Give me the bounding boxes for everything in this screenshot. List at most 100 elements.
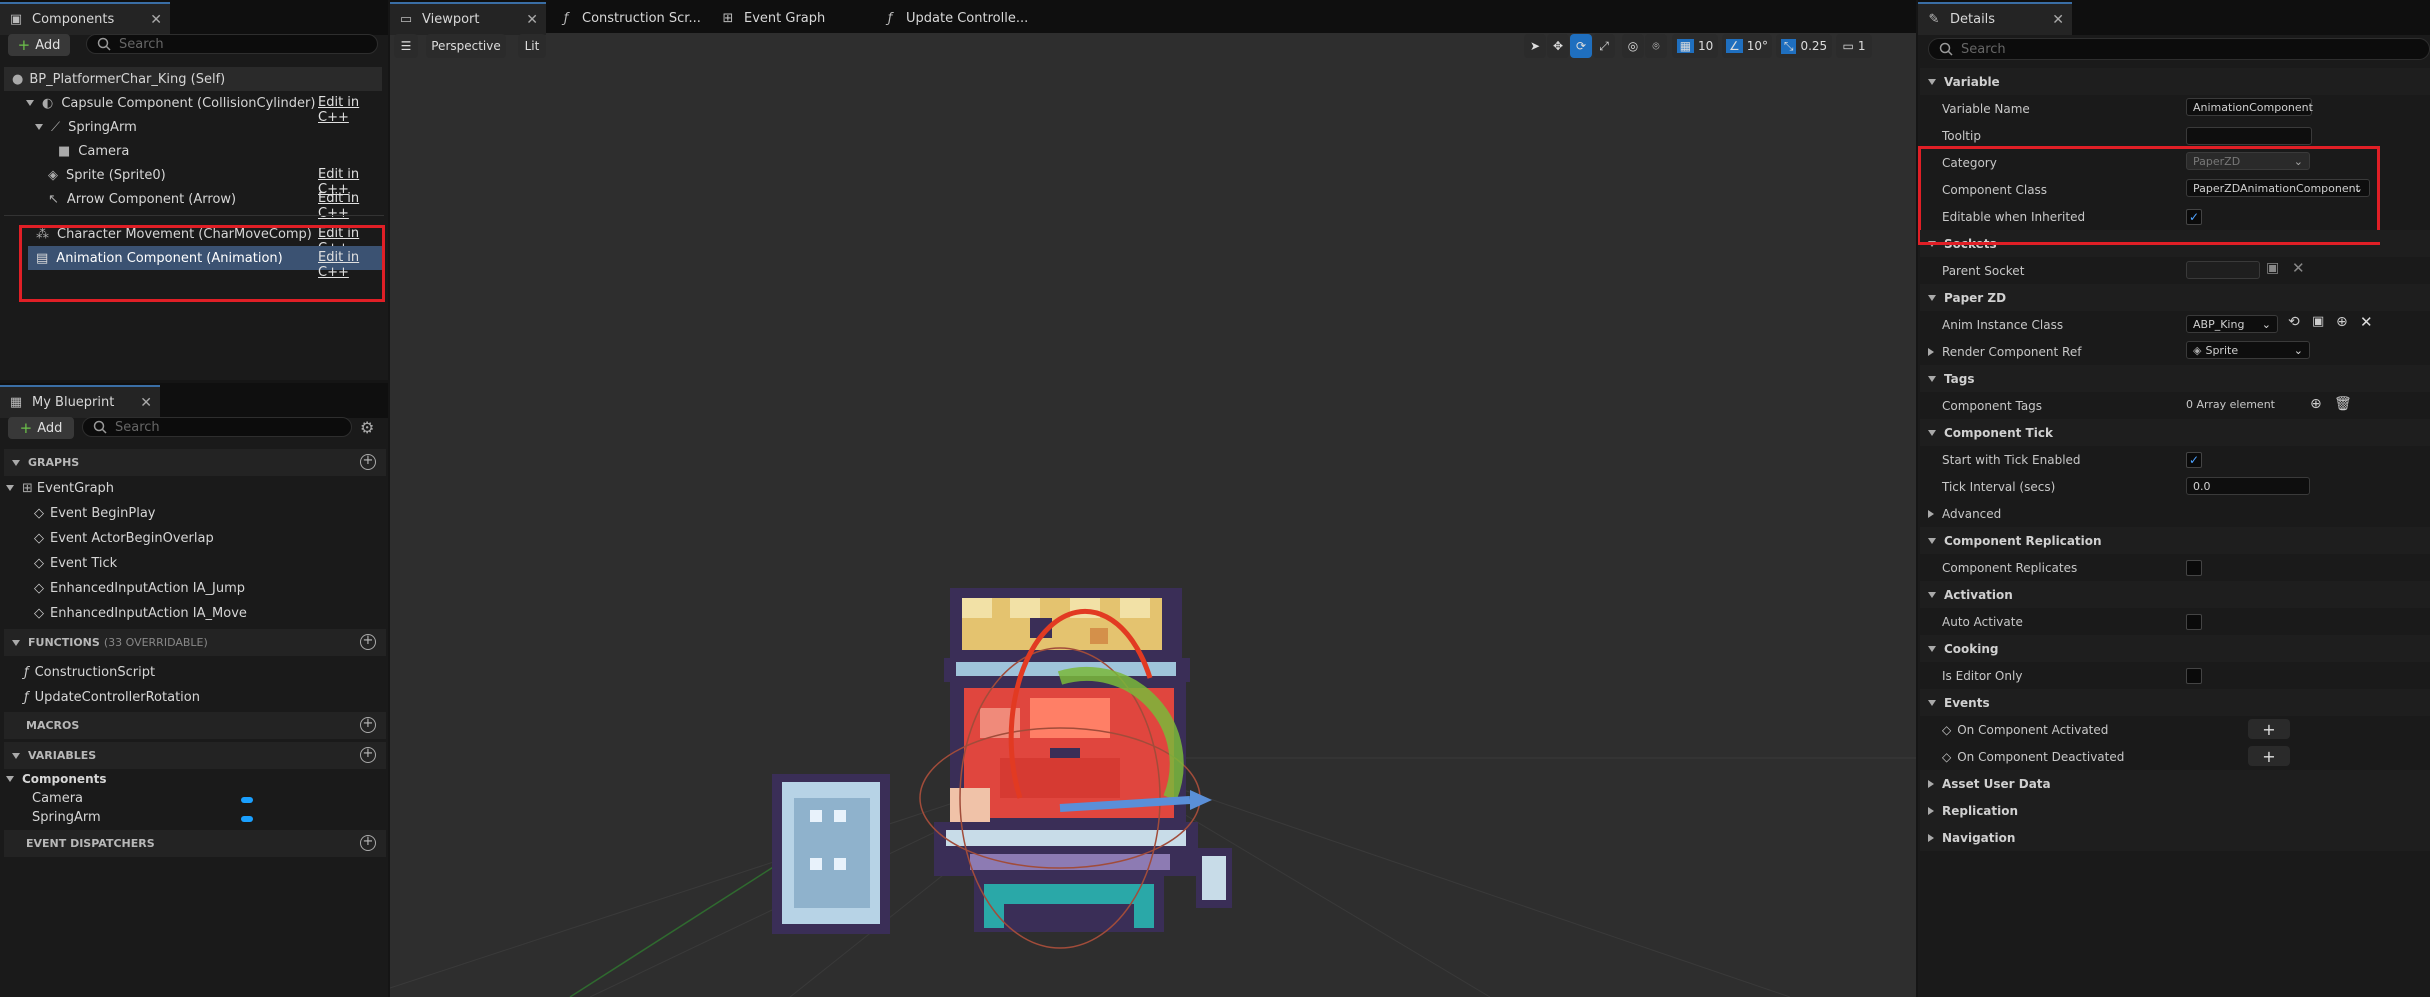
parent-socket-field[interactable] (2186, 261, 2260, 279)
expand-arrow-icon[interactable] (12, 639, 20, 646)
section-graphs[interactable]: GRAPHS (4, 449, 386, 476)
add-dispatcher-icon[interactable]: + (360, 835, 376, 851)
browse-icon[interactable]: ▣ (2312, 314, 2324, 329)
add-component-button[interactable]: + Add (8, 34, 70, 56)
section-tags[interactable]: Tags (1920, 365, 2430, 392)
expand-arrow-icon[interactable] (1928, 509, 1934, 518)
component-self[interactable]: ● BP_PlatformerChar_King (Self) (4, 67, 382, 91)
camera-speed-button[interactable]: ▭ 1 (1836, 34, 1872, 58)
auto-activate-checkbox[interactable] (2186, 614, 2202, 630)
world-space-icon[interactable]: ◎ (1622, 34, 1644, 58)
event-item[interactable]: ◇ Event ActorBeginOverlap (34, 526, 334, 550)
close-icon[interactable]: ✕ (140, 395, 152, 411)
tab-construction-script[interactable]: ƒ Construction Scr... (550, 2, 710, 35)
tab-update-controller[interactable]: ƒ Update Controlle... (874, 2, 1044, 35)
section-functions[interactable]: FUNCTIONS (33 OVERRIDABLE) (4, 629, 386, 656)
event-item[interactable]: ◇ Event Tick (34, 551, 334, 575)
component-camera[interactable]: ■ Camera (58, 139, 258, 163)
details-tab[interactable]: ✎ Details ✕ (1918, 2, 2072, 35)
scale-snap-button[interactable]: ⤡ 0.25 (1776, 34, 1832, 58)
section-activation[interactable]: Activation (1920, 581, 2430, 608)
function-item[interactable]: ƒ UpdateControllerRotation (24, 685, 324, 709)
replicates-checkbox[interactable] (2186, 560, 2202, 576)
expand-arrow-icon[interactable] (1928, 833, 1934, 842)
expand-arrow-icon[interactable] (1928, 375, 1936, 382)
close-icon[interactable]: ✕ (526, 12, 538, 28)
use-selected-icon[interactable]: ⟲ (2288, 314, 2300, 330)
start-tick-checkbox[interactable]: ✓ (2186, 452, 2202, 468)
section-replication[interactable]: Replication (1920, 797, 2430, 824)
translate-tool-icon[interactable]: ✥ (1547, 34, 1569, 58)
anim-instance-dropdown[interactable]: ABP_King ⌄ (2186, 315, 2278, 333)
variable-name-field[interactable]: AnimationComponent (2186, 98, 2313, 116)
add-graph-icon[interactable]: + (360, 454, 376, 470)
expand-arrow-icon[interactable] (1928, 699, 1936, 706)
section-events[interactable]: Events (1920, 689, 2430, 716)
expand-arrow-icon[interactable] (1928, 779, 1934, 788)
expand-arrow-icon[interactable] (1928, 645, 1936, 652)
expand-arrow-icon[interactable] (1928, 294, 1936, 301)
add-element-icon[interactable]: ⊕ (2310, 396, 2322, 412)
expand-arrow-icon[interactable] (6, 776, 14, 782)
folder-icon[interactable]: ▣ (2266, 260, 2279, 276)
expand-arrow-icon[interactable] (1928, 591, 1936, 598)
details-search-input[interactable]: Search (1928, 38, 2430, 60)
add-on-activated-button[interactable]: + (2248, 719, 2290, 739)
function-item[interactable]: ƒ ConstructionScript (24, 660, 324, 684)
editor-only-checkbox[interactable] (2186, 668, 2202, 684)
expand-arrow-icon[interactable] (1928, 429, 1936, 436)
tick-interval-field[interactable]: 0.0 (2186, 477, 2310, 495)
add-variable-icon[interactable]: + (360, 747, 376, 763)
scale-tool-icon[interactable]: ⤢ (1593, 34, 1615, 58)
section-variable[interactable]: Variable (1920, 68, 2430, 95)
advanced-row[interactable]: Advanced (1920, 500, 2430, 527)
section-paperzd[interactable]: Paper ZD (1920, 284, 2430, 311)
grid-snap-button[interactable]: ▦ 10 (1672, 34, 1718, 58)
graph-item[interactable]: ⊞ EventGraph (6, 476, 306, 500)
select-tool-icon[interactable]: ➤ (1524, 34, 1546, 58)
my-blueprint-tab[interactable]: ▦ My Blueprint ✕ (0, 385, 160, 418)
variable-item[interactable]: SpringArm (32, 805, 332, 829)
expand-arrow-icon[interactable] (6, 485, 14, 491)
expand-arrow-icon[interactable] (1928, 78, 1936, 85)
viewport-scene[interactable] (390, 58, 1916, 997)
edit-in-cpp-link[interactable]: Edit in C++ (318, 191, 388, 221)
component-sprite[interactable]: ◈ Sprite (Sprite0) (48, 163, 288, 187)
rotate-tool-icon[interactable]: ⟳ (1570, 34, 1592, 58)
tab-viewport[interactable]: ▭ Viewport ✕ (390, 2, 546, 35)
section-event-dispatchers[interactable]: EVENT DISPATCHERS (4, 830, 386, 857)
components-tab[interactable]: ▣ Components ✕ (0, 2, 170, 35)
expand-arrow-icon[interactable] (1928, 537, 1936, 544)
gear-icon[interactable]: ⚙ (360, 418, 374, 437)
section-component-replication[interactable]: Component Replication (1920, 527, 2430, 554)
expand-arrow-icon[interactable] (12, 459, 20, 466)
add-blueprint-button[interactable]: + Add (8, 417, 74, 439)
expand-arrow-icon[interactable] (1928, 806, 1934, 815)
close-icon[interactable]: ✕ (150, 12, 162, 28)
section-navigation[interactable]: Navigation (1920, 824, 2430, 851)
expand-arrow-icon[interactable] (35, 124, 43, 130)
event-item[interactable]: ◇ Event BeginPlay (34, 501, 334, 525)
add-icon[interactable]: ⊕ (2336, 314, 2348, 330)
section-macros[interactable]: MACROS (4, 712, 386, 739)
perspective-button[interactable]: Perspective (426, 34, 506, 58)
lit-button[interactable]: Lit (518, 34, 546, 58)
section-variables[interactable]: VARIABLES (4, 742, 386, 769)
section-component-tick[interactable]: Component Tick (1920, 419, 2430, 446)
clear-icon[interactable]: ✕ (2360, 313, 2373, 331)
angle-snap-button[interactable]: ∠ 10° (1722, 34, 1772, 58)
surface-snap-icon[interactable]: ⌾ (1645, 34, 1667, 58)
trash-icon[interactable]: 🗑 (2334, 396, 2352, 412)
clear-icon[interactable]: ✕ (2292, 259, 2305, 277)
render-ref-dropdown[interactable]: ◈ Sprite ⌄ (2186, 341, 2310, 359)
expand-arrow-icon[interactable] (12, 752, 20, 759)
viewport-menu-button[interactable]: ☰ (394, 34, 418, 58)
tooltip-field[interactable] (2186, 127, 2312, 145)
expand-arrow-icon[interactable] (1928, 347, 1934, 356)
component-springarm[interactable]: ⟋ SpringArm (35, 115, 335, 139)
component-arrow[interactable]: ↖ Arrow Component (Arrow) (48, 187, 308, 211)
components-search-input[interactable]: Search (86, 34, 378, 54)
event-item[interactable]: ◇ EnhancedInputAction IA_Jump (34, 576, 334, 600)
blueprint-search-input[interactable]: Search (82, 417, 352, 437)
event-item[interactable]: ◇ EnhancedInputAction IA_Move (34, 601, 334, 625)
